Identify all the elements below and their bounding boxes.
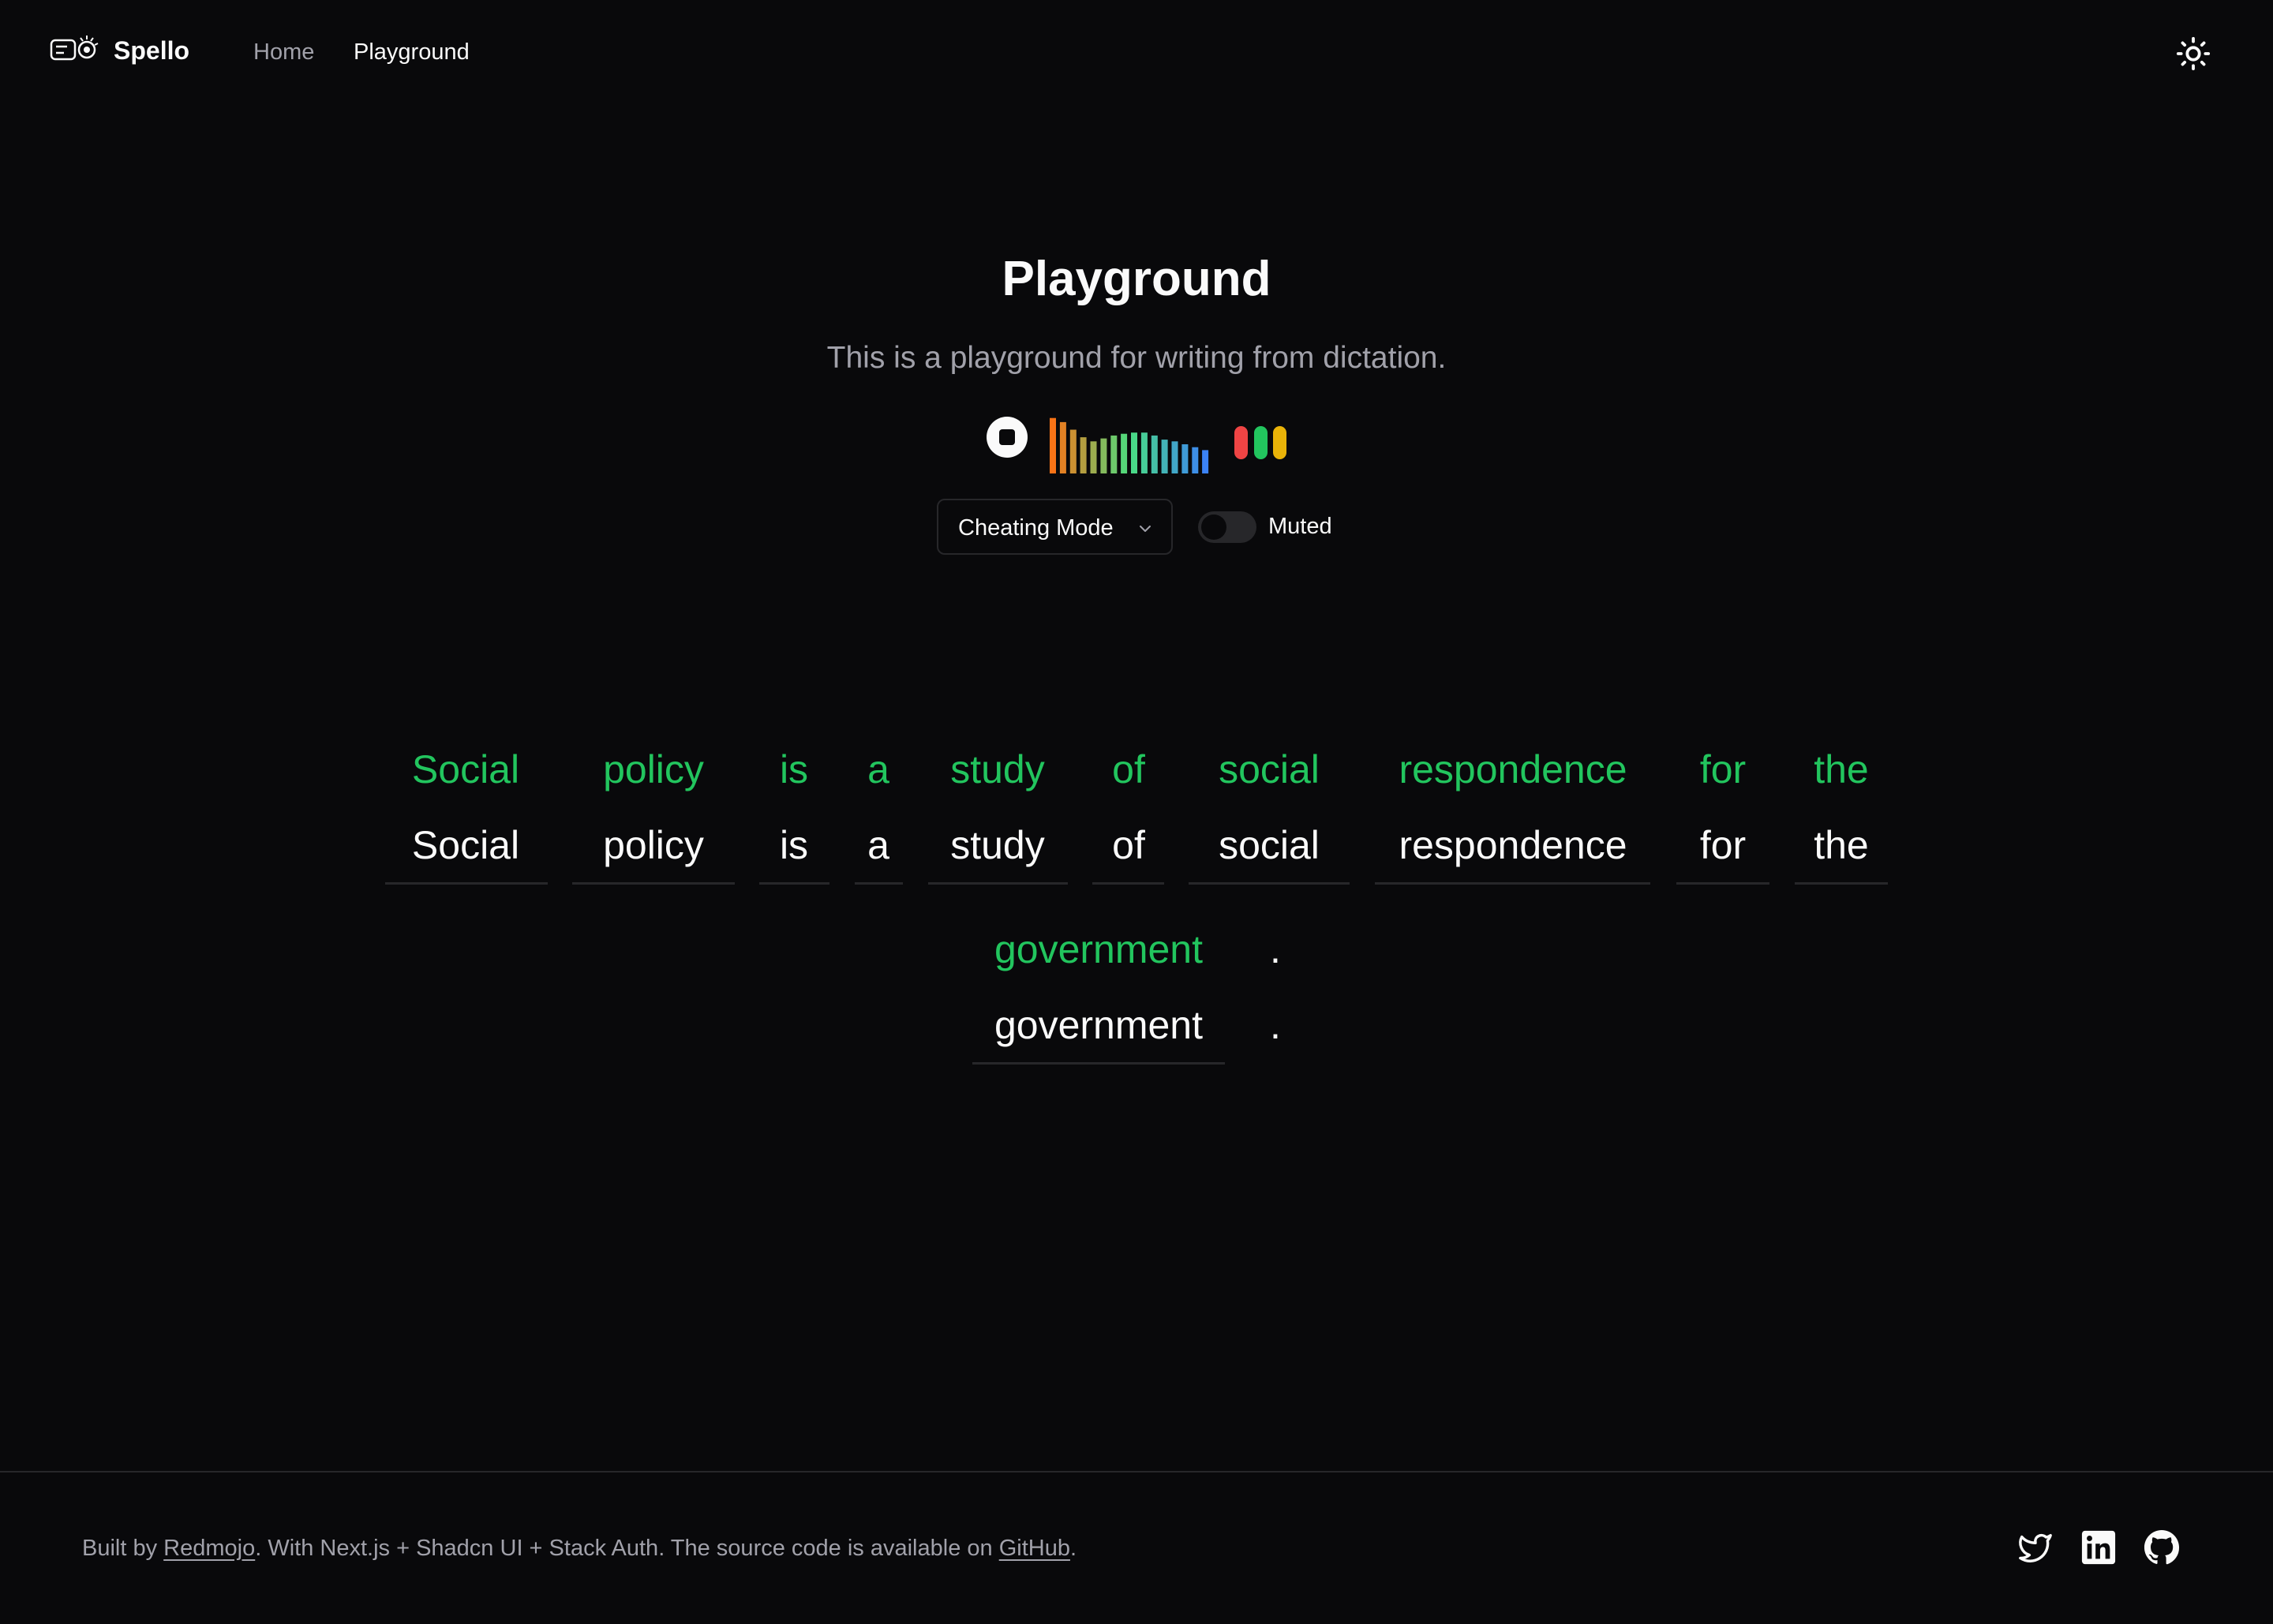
visualizer-bar [1161,440,1168,473]
visualizer-bar [1090,441,1097,473]
word-hint: respondence [1399,747,1627,791]
linkedin-icon[interactable] [2080,1529,2117,1566]
muted-switch-knob [1201,515,1226,540]
word-hint: Social [411,747,520,791]
word-input-underline [1092,882,1164,885]
page-subtitle: This is a playground for writing from di… [826,341,1447,375]
word-hint: social [1219,747,1320,791]
word-hint: the [1814,747,1869,791]
audio-visualizer [1050,417,1209,473]
github-source-link[interactable]: GitHub [999,1536,1070,1561]
brand-name[interactable]: Spello [114,36,189,65]
footer-divider [0,1471,2273,1472]
word-input-underline [972,1062,1225,1065]
footer-prefix: Built by [82,1536,164,1561]
visualizer-bar [1059,421,1066,473]
page: Spello Home Playground Playground This i… [0,0,2273,1624]
visualizer-bar [1110,435,1118,473]
word-input-underline [759,882,829,885]
word-input[interactable]: respondence [1387,822,1639,868]
sun-icon[interactable] [2175,36,2211,72]
word-input-underline [385,882,548,885]
page-title: Playground [1002,252,1271,306]
visualizer-bar [1171,441,1178,473]
chevron-down-icon [1140,526,1151,532]
nav-playground-link[interactable]: Playground [354,39,470,65]
muted-label: Muted [1268,514,1332,539]
footer-credits: Built by Redmojo. With Next.js + Shadcn … [82,1536,1077,1562]
word-input-underline [928,882,1068,885]
visualizer-bar [1131,432,1137,473]
word-input-underline [1676,882,1769,885]
visualizer-bar [1181,444,1189,473]
visualizer-bar [1121,433,1128,473]
status-dot [1234,426,1248,459]
stop-icon [999,429,1015,445]
word-input-underline [855,882,903,885]
twitter-icon[interactable] [2017,1529,2054,1566]
stop-button[interactable] [987,417,1028,458]
visualizer-bar [1100,438,1107,473]
punctuation-mark: . [1270,1003,1281,1047]
spello-logo-icon[interactable] [49,33,101,66]
footer-suffix: . [1069,1536,1077,1561]
visualizer-bar [1140,432,1148,473]
word-input-underline [1375,882,1650,885]
status-dot [1273,426,1286,459]
header: Spello Home Playground [0,0,2273,106]
visualizer-bar [1080,437,1087,473]
word-input[interactable]: government [972,1002,1225,1048]
visualizer-bar [1202,450,1209,473]
author-link[interactable]: Redmojo [163,1536,255,1561]
visualizer-bar [1050,417,1056,473]
muted-switch[interactable] [1198,511,1256,543]
status-dots [1234,426,1286,459]
mode-select-value: Cheating Mode [958,515,1114,541]
word-input[interactable]: Social [379,822,552,868]
visualizer-bar [1069,429,1077,473]
word-input[interactable]: the [1754,822,1928,868]
word-input[interactable]: social [1182,822,1356,868]
word-hint: government [994,927,1204,971]
github-icon[interactable] [2144,1529,2180,1566]
nav-home-link[interactable]: Home [253,39,314,65]
word-input-underline [1189,882,1350,885]
visualizer-bar [1192,447,1199,473]
mode-select[interactable]: Cheating Mode [937,499,1173,555]
status-dot [1253,426,1268,459]
punctuation-hint: . [1270,927,1281,971]
word-input-underline [1795,882,1888,885]
footer-middle: . With Next.js + Shadcn UI + Stack Auth.… [255,1536,999,1561]
word-input-underline [572,882,735,885]
visualizer-bar [1151,435,1158,473]
